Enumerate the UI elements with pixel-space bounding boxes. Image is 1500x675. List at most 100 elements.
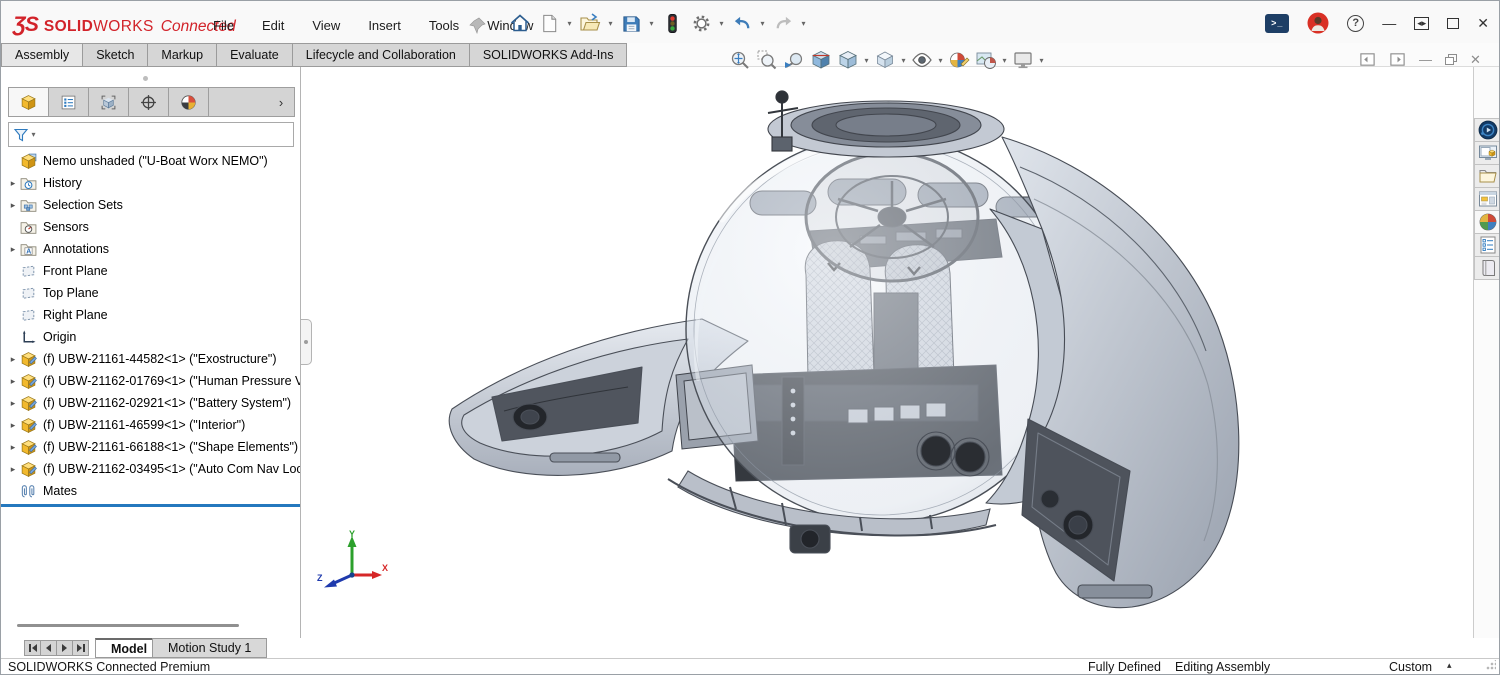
edit-appearance-icon[interactable] xyxy=(946,47,972,73)
submarine-model[interactable] xyxy=(430,79,1252,626)
tree-item-component[interactable]: ▸(f) UBW-21162-02921<1> ("Battery System… xyxy=(1,392,300,414)
display-style-icon[interactable] xyxy=(872,47,898,73)
tree-item-component[interactable]: ▸(f) UBW-21162-03495<1> ("Auto Com Nav L… xyxy=(1,458,300,480)
tree-item-history[interactable]: ▸History xyxy=(1,172,300,194)
previous-view-icon[interactable] xyxy=(781,47,807,73)
displaymanager-icon[interactable] xyxy=(169,88,209,116)
new-dropdown[interactable]: ▾ xyxy=(565,19,574,28)
new-document-button[interactable] xyxy=(536,10,562,36)
threedexperience-icon[interactable] xyxy=(1474,118,1500,142)
expand-arrow[interactable]: ▸ xyxy=(6,244,20,255)
tree-item-sensors[interactable]: Sensors xyxy=(1,216,300,238)
menu-edit[interactable]: Edit xyxy=(262,18,284,33)
hide-show-dropdown[interactable]: ▾ xyxy=(936,56,945,65)
propertymanager-icon[interactable] xyxy=(49,88,89,116)
tree-item-right-plane[interactable]: Right Plane xyxy=(1,304,300,326)
expand-arrow[interactable]: ▸ xyxy=(6,398,20,409)
terminal-icon[interactable]: >_ xyxy=(1265,14,1289,33)
tab-assembly[interactable]: Assembly xyxy=(1,43,83,67)
tab-solidworks-addins[interactable]: SOLIDWORKS Add-Ins xyxy=(470,43,628,67)
rollback-bar[interactable] xyxy=(1,504,300,507)
tree-horizontal-scrollbar[interactable] xyxy=(17,624,239,627)
view-orientation-dropdown[interactable]: ▾ xyxy=(862,56,871,65)
menu-view[interactable]: View xyxy=(312,18,340,33)
pane-left-icon[interactable] xyxy=(1359,51,1376,68)
save-button[interactable] xyxy=(618,10,644,36)
close-icon[interactable]: ✕ xyxy=(1477,15,1489,32)
view-settings-icon[interactable] xyxy=(1010,47,1036,73)
last-tab-icon[interactable] xyxy=(72,640,89,656)
graphics-viewport[interactable]: Y X Z xyxy=(302,67,1473,638)
filter-dropdown[interactable]: ▾ xyxy=(29,130,38,139)
featuremanager-tree-icon[interactable] xyxy=(9,88,49,116)
redo-dropdown[interactable]: ▾ xyxy=(799,19,808,28)
design-library-icon[interactable] xyxy=(1474,164,1500,188)
next-tab-icon[interactable] xyxy=(56,640,73,656)
open-dropdown[interactable]: ▾ xyxy=(606,19,615,28)
redo-button[interactable] xyxy=(770,10,796,36)
hide-show-items-icon[interactable] xyxy=(909,47,935,73)
dock-panes-icon[interactable]: ◂▸ xyxy=(1414,17,1429,30)
doc-restore-icon[interactable] xyxy=(1445,54,1457,65)
undo-button[interactable] xyxy=(729,10,755,36)
save-dropdown[interactable]: ▾ xyxy=(647,19,656,28)
expand-arrow[interactable]: ▸ xyxy=(6,442,20,453)
custom-properties-icon[interactable] xyxy=(1474,233,1500,257)
dimxpertmanager-icon[interactable] xyxy=(129,88,169,116)
appearances-scenes-icon[interactable] xyxy=(1474,210,1500,234)
tree-item-annotations[interactable]: ▸Annotations xyxy=(1,238,300,260)
home-button[interactable] xyxy=(507,10,533,36)
user-avatar[interactable] xyxy=(1307,12,1329,34)
tree-item-selection-sets[interactable]: ▸Selection Sets xyxy=(1,194,300,216)
tab-motion-study-1[interactable]: Motion Study 1 xyxy=(152,638,267,658)
menu-insert[interactable]: Insert xyxy=(368,18,401,33)
view-settings-dropdown[interactable]: ▾ xyxy=(1037,56,1046,65)
expand-arrow[interactable]: ▸ xyxy=(6,464,20,475)
tree-item-top-plane[interactable]: Top Plane xyxy=(1,282,300,304)
unit-system-dropdown[interactable]: ▴ xyxy=(1447,660,1452,671)
solidworks-resources-icon[interactable] xyxy=(1474,141,1500,165)
options-button[interactable] xyxy=(688,10,714,36)
display-style-dropdown[interactable]: ▾ xyxy=(899,56,908,65)
expand-arrow[interactable]: ▸ xyxy=(6,200,20,211)
open-button[interactable] xyxy=(577,10,603,36)
menu-file[interactable]: File xyxy=(213,18,234,33)
tree-item-component[interactable]: ▸(f) UBW-21161-46599<1> ("Interior") xyxy=(1,414,300,436)
configurationmanager-icon[interactable] xyxy=(89,88,129,116)
file-explorer-icon[interactable] xyxy=(1474,187,1500,211)
tab-lifecycle-collaboration[interactable]: Lifecycle and Collaboration xyxy=(293,43,470,67)
pin-menu-icon[interactable] xyxy=(469,16,487,34)
pane-right-icon[interactable] xyxy=(1389,51,1406,68)
prev-tab-icon[interactable] xyxy=(40,640,57,656)
tree-item-root[interactable]: Nemo unshaded ("U-Boat Worx NEMO") xyxy=(1,150,300,172)
tree-filter-box[interactable]: ▾ xyxy=(8,122,294,147)
doc-close-icon[interactable]: ✕ xyxy=(1470,52,1481,68)
help-icon[interactable]: ? xyxy=(1347,15,1364,32)
expand-arrow[interactable]: ▸ xyxy=(6,178,20,189)
unit-system[interactable]: Custom xyxy=(1389,660,1432,674)
maximize-icon[interactable] xyxy=(1447,18,1459,29)
zoom-to-fit-icon[interactable] xyxy=(727,47,753,73)
tree-item-origin[interactable]: Origin xyxy=(1,326,300,348)
section-view-icon[interactable] xyxy=(808,47,834,73)
tab-evaluate[interactable]: Evaluate xyxy=(217,43,293,67)
expand-arrow[interactable]: ▸ xyxy=(6,376,20,387)
resize-grip[interactable] xyxy=(1486,660,1496,670)
expand-arrow[interactable]: ▸ xyxy=(6,420,20,431)
first-tab-icon[interactable] xyxy=(24,640,41,656)
zoom-to-area-icon[interactable] xyxy=(754,47,780,73)
doc-minimize-icon[interactable]: — xyxy=(1419,52,1432,67)
apply-scene-dropdown[interactable]: ▾ xyxy=(1000,56,1009,65)
minimize-icon[interactable]: — xyxy=(1382,15,1396,31)
menu-tools[interactable]: Tools xyxy=(429,18,459,33)
panel-overflow-arrow[interactable]: › xyxy=(268,88,294,116)
tab-sketch[interactable]: Sketch xyxy=(83,43,148,67)
panel-collapse-handle[interactable] xyxy=(301,319,312,365)
options-dropdown[interactable]: ▾ xyxy=(717,19,726,28)
tree-item-component[interactable]: ▸(f) UBW-21161-66188<1> ("Shape Elements… xyxy=(1,436,300,458)
document-library-icon[interactable] xyxy=(1474,256,1500,280)
expand-arrow[interactable]: ▸ xyxy=(6,354,20,365)
panel-splitter[interactable] xyxy=(1,67,300,87)
tab-markup[interactable]: Markup xyxy=(148,43,217,67)
undo-dropdown[interactable]: ▾ xyxy=(758,19,767,28)
